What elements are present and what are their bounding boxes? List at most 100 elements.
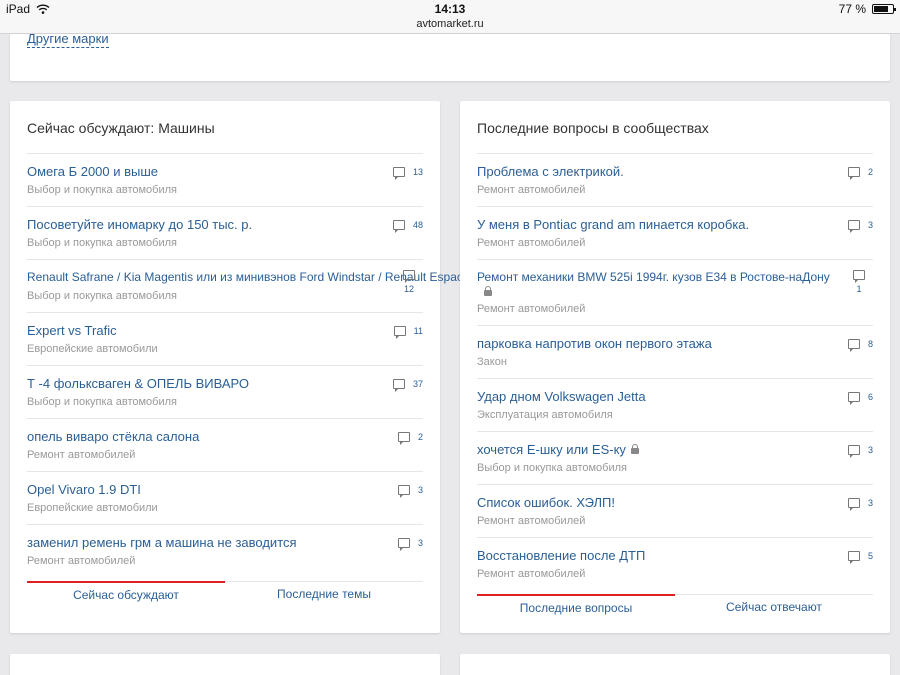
- list-item[interactable]: Проблема с электрикой. Ремонт автомобиле…: [477, 153, 873, 206]
- comment-count-number: 37: [412, 379, 423, 389]
- comment-bubble-icon: [847, 551, 860, 564]
- comment-count[interactable]: 3: [847, 445, 873, 458]
- lock-icon: [630, 444, 639, 454]
- item-title-wrap[interactable]: хочется Е-шку или ES-ку: [477, 442, 639, 457]
- list-item[interactable]: Т -4 фольксваген & ОПЕЛЬ ВИВАРО Выбор и …: [27, 365, 423, 418]
- lock-icon: [484, 286, 492, 296]
- item-title[interactable]: Удар дном Volkswagen Jetta: [477, 389, 646, 404]
- comment-count[interactable]: 13: [392, 167, 423, 180]
- comment-count-number: 8: [867, 339, 873, 349]
- item-title[interactable]: Opel Vivaro 1.9 DTI: [27, 482, 141, 497]
- list-item[interactable]: Восстановление после ДТП Ремонт автомоби…: [477, 537, 873, 590]
- comment-count-number: 6: [867, 392, 873, 402]
- list-item[interactable]: У меня в Pontiac grand am пинается короб…: [477, 206, 873, 259]
- item-title[interactable]: Список ошибок. ХЭЛП!: [477, 495, 615, 510]
- list-item[interactable]: Удар дном Volkswagen Jetta Эксплуатация …: [477, 378, 873, 431]
- item-category[interactable]: Ремонт автомобилей: [477, 515, 585, 527]
- item-title[interactable]: опель виваро стёкла салона: [27, 429, 199, 444]
- comment-bubble-icon: [847, 167, 860, 180]
- comment-count[interactable]: 48: [392, 220, 423, 233]
- questions-panel: Последние вопросы в сообществах Проблема…: [460, 101, 890, 633]
- questions-list: Проблема с электрикой. Ремонт автомобиле…: [477, 153, 873, 590]
- item-title[interactable]: Ремонт механики BMW 525i 1994г. кузов E3…: [477, 270, 830, 284]
- item-category[interactable]: Выбор и покупка автомобиля: [27, 290, 177, 302]
- comment-count-number: 5: [867, 551, 873, 561]
- item-category[interactable]: Ремонт автомобилей: [477, 184, 585, 196]
- comment-bubble-icon: [392, 379, 405, 392]
- comment-count[interactable]: 3: [847, 498, 873, 511]
- comment-bubble-icon: [847, 392, 860, 405]
- status-right: 77 %: [838, 2, 896, 16]
- comment-count[interactable]: 3: [847, 220, 873, 233]
- comment-count[interactable]: 3: [397, 485, 423, 498]
- item-category[interactable]: Выбор и покупка автомобиля: [477, 462, 627, 474]
- item-category[interactable]: Выбор и покупка автомобиля: [27, 237, 177, 249]
- item-title[interactable]: Омега Б 2000 и выше: [27, 164, 158, 179]
- item-category[interactable]: Выбор и покупка автомобиля: [27, 396, 177, 408]
- list-item[interactable]: опель виваро стёкла салона Ремонт автомо…: [27, 418, 423, 471]
- battery-icon: [872, 4, 896, 14]
- comment-count-number: 3: [867, 498, 873, 508]
- list-item[interactable]: Renault Safrane / Kia Magentis или из ми…: [27, 259, 470, 312]
- list-item[interactable]: Opel Vivaro 1.9 DTI Европейские автомоби…: [27, 471, 423, 524]
- item-category[interactable]: Эксплуатация автомобиля: [477, 409, 613, 421]
- item-category[interactable]: Закон: [477, 356, 507, 368]
- item-title[interactable]: парковка напротив окон первого этажа: [477, 336, 712, 351]
- list-item[interactable]: Expert vs Trafic Европейские автомобили …: [27, 312, 423, 365]
- comment-count[interactable]: 11: [393, 326, 423, 339]
- item-title[interactable]: Посоветуйте иномарку до 150 тыс. р.: [27, 217, 252, 232]
- item-title[interactable]: Т -4 фольксваген & ОПЕЛЬ ВИВАРО: [27, 376, 249, 391]
- comment-count-number: 3: [417, 538, 423, 548]
- comment-count[interactable]: 12: [403, 270, 415, 294]
- comment-count-number: 2: [867, 167, 873, 177]
- list-item[interactable]: Посоветуйте иномарку до 150 тыс. р. Выбо…: [27, 206, 423, 259]
- comment-count[interactable]: 37: [392, 379, 423, 392]
- list-item[interactable]: парковка напротив окон первого этажа Зак…: [477, 325, 873, 378]
- comment-count[interactable]: 6: [847, 392, 873, 405]
- item-title[interactable]: хочется Е-шку или ES-ку: [477, 442, 626, 457]
- other-brands-link[interactable]: Другие марки: [27, 31, 109, 48]
- address-bar[interactable]: avtomarket.ru: [0, 18, 900, 34]
- comment-count[interactable]: 2: [397, 432, 423, 445]
- item-category[interactable]: Европейские автомобили: [27, 343, 158, 355]
- list-item[interactable]: Список ошибок. ХЭЛП! Ремонт автомобилей …: [477, 484, 873, 537]
- item-title[interactable]: заменил ремень грм а машина не заводится: [27, 535, 297, 550]
- comment-count-number: 13: [412, 167, 423, 177]
- tab-latest-topics[interactable]: Последние темы: [225, 582, 423, 610]
- tab-now-discussing[interactable]: Сейчас обсуждают: [27, 581, 225, 609]
- item-title[interactable]: Expert vs Trafic: [27, 323, 117, 338]
- list-item[interactable]: Омега Б 2000 и выше Выбор и покупка авто…: [27, 153, 423, 206]
- item-category[interactable]: Ремонт автомобилей: [27, 555, 135, 567]
- comment-count[interactable]: 5: [847, 551, 873, 564]
- comment-count[interactable]: 2: [847, 167, 873, 180]
- list-item[interactable]: Ремонт механики BMW 525i 1994г. кузов E3…: [477, 259, 873, 325]
- ios-status-bar: iPad 14:13 77 %: [0, 0, 900, 18]
- item-title[interactable]: Проблема с электрикой.: [477, 164, 624, 179]
- discussions-panel: Сейчас обсуждают: Машины Омега Б 2000 и …: [10, 101, 470, 633]
- comment-count-number: 3: [867, 220, 873, 230]
- comment-bubble-icon: [397, 432, 410, 445]
- comment-count-number: 3: [417, 485, 423, 495]
- comment-count[interactable]: 3: [397, 538, 423, 551]
- battery-fill: [874, 6, 888, 12]
- list-item[interactable]: заменил ремень грм а машина не заводится…: [27, 524, 423, 577]
- list-item[interactable]: хочется Е-шку или ES-ку Выбор и покупка …: [477, 431, 873, 484]
- comment-count-number: 12: [403, 284, 414, 294]
- tab-answering-now[interactable]: Сейчас отвечают: [675, 595, 873, 623]
- item-category[interactable]: Ремонт автомобилей: [477, 303, 585, 315]
- item-category[interactable]: Ремонт автомобилей: [477, 237, 585, 249]
- comment-bubble-icon: [397, 485, 410, 498]
- item-title[interactable]: У меня в Pontiac grand am пинается короб…: [477, 217, 749, 232]
- item-title[interactable]: Восстановление после ДТП: [477, 548, 645, 563]
- item-category[interactable]: Ремонт автомобилей: [27, 449, 135, 461]
- item-category[interactable]: Выбор и покупка автомобиля: [27, 184, 177, 196]
- item-category[interactable]: Ремонт автомобилей: [477, 568, 585, 580]
- comment-bubble-icon: [403, 270, 415, 283]
- comment-bubble-icon: [393, 326, 406, 339]
- item-category[interactable]: Европейские автомобили: [27, 502, 158, 514]
- discussions-tabs: Сейчас обсуждают Последние темы: [27, 581, 423, 609]
- battery-percent: 77 %: [838, 2, 866, 16]
- tab-latest-questions[interactable]: Последние вопросы: [477, 594, 675, 622]
- comment-count[interactable]: 1: [853, 270, 865, 294]
- comment-count[interactable]: 8: [847, 339, 873, 352]
